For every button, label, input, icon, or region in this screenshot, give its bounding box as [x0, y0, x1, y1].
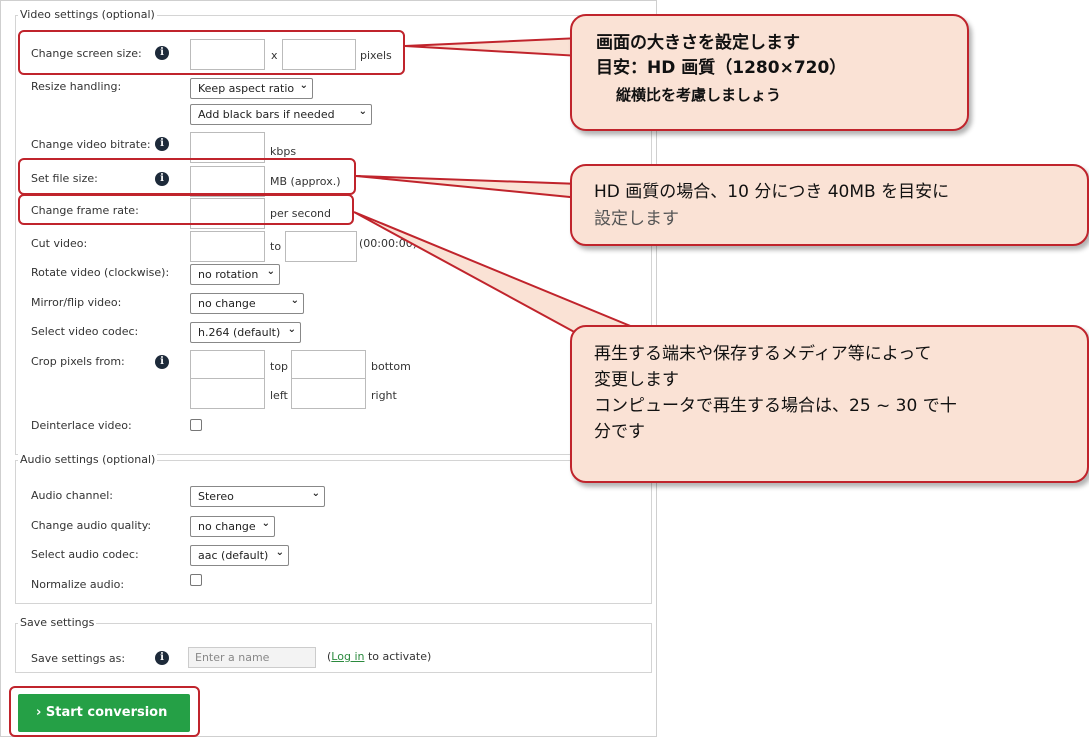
callout-screen-size: 画面の大きさを設定します 目安：HD 画質（1280×720） 縦横比を考慮しま… — [570, 14, 969, 131]
callout-frame-rate: 再生する端末や保存するメディア等によって 変更します コンピュータで再生する場合… — [570, 325, 1089, 483]
callout-1-line1: 画面の大きさを設定します — [596, 33, 800, 53]
callout-file-size: HD 画質の場合、10 分につき 40MB を目安に 設定します — [570, 164, 1089, 246]
callout-1-line2: 目安：HD 画質（1280×720） — [596, 58, 847, 78]
callout-1-line3: 縦横比を考慮しましょう — [616, 86, 782, 104]
callout-2-pointer — [355, 175, 581, 200]
callout-2-line2: 設定します — [594, 209, 679, 229]
callout-3-line1: 再生する端末や保存するメディア等によって — [594, 344, 932, 364]
callout-3-line4: 分です — [594, 422, 645, 442]
callout-1-pointer — [404, 36, 581, 58]
callout-3-line3: コンピュータで再生する場合は、25 ~ 30 で十 — [594, 396, 957, 416]
callout-3-line2: 変更します — [594, 370, 679, 390]
callout-2-line1: HD 画質の場合、10 分につき 40MB を目安に — [594, 182, 950, 202]
